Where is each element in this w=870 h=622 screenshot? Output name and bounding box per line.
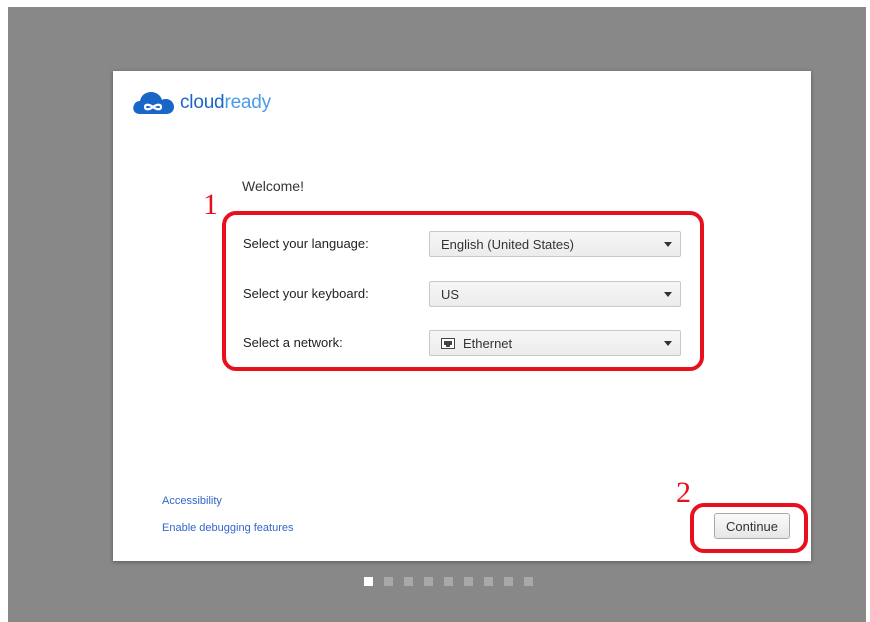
page-dot [524,577,533,586]
annotation-box-1 [222,211,704,371]
page-dot [464,577,473,586]
logo-text-ready: ready [224,92,271,113]
page-dot [424,577,433,586]
page-dot [404,577,413,586]
welcome-heading: Welcome! [242,178,304,194]
page-dot [484,577,493,586]
annotation-number-2: 2 [676,476,691,509]
enable-debugging-link[interactable]: Enable debugging features [162,522,294,534]
logo-text-cloud: cloud [180,92,225,113]
page-dot [364,577,373,586]
page-dot [384,577,393,586]
cloud-infinity-icon [133,92,174,114]
page-dot [504,577,513,586]
logo-wordmark: cloudready [180,92,271,114]
page-dot [444,577,453,586]
cloudready-logo: cloudready [131,90,271,116]
annotation-box-2 [690,503,808,553]
page-indicator [364,577,544,586]
annotation-number-1: 1 [203,188,218,221]
accessibility-link[interactable]: Accessibility [162,495,222,507]
